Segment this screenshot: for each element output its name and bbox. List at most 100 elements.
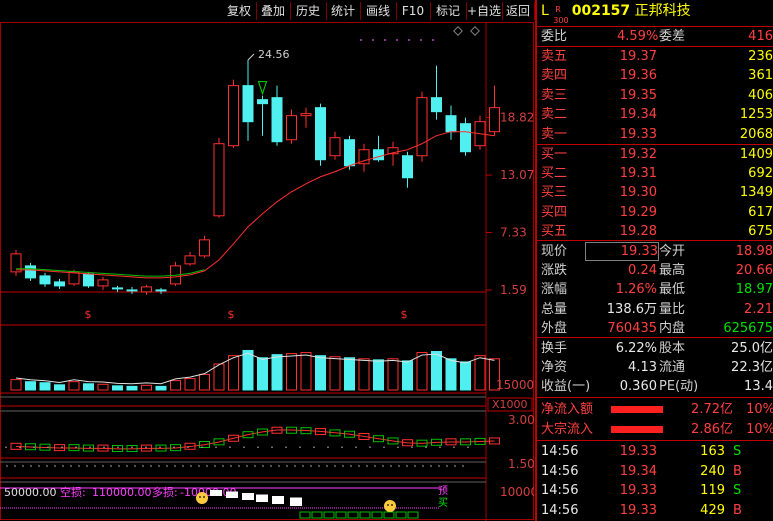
price-axis-label: 1.59 xyxy=(500,283,527,297)
price-axis-label: 7.33 xyxy=(500,226,527,240)
volume-bar xyxy=(387,358,399,391)
ask-vol: 361 xyxy=(748,68,773,84)
volume-bar xyxy=(358,358,370,391)
toolbar-button-6[interactable]: 标记 xyxy=(430,2,467,20)
indicator-dot xyxy=(201,446,203,449)
toolbar-button-0[interactable]: 复权 xyxy=(222,2,257,20)
ask-price: 19.34 xyxy=(619,107,657,123)
quote-label: 内盘 xyxy=(659,320,686,336)
candle-body xyxy=(141,286,152,293)
fund-label: 股本 xyxy=(659,341,686,356)
volume-bar xyxy=(344,357,355,391)
fund-value: 6.22% xyxy=(615,341,657,356)
toolbar-button-2[interactable]: 历史 xyxy=(290,2,327,20)
toolbar-button-8[interactable]: 返回 xyxy=(502,2,535,20)
price-axis-label: 18.82 xyxy=(500,110,534,124)
candle-body xyxy=(25,265,36,279)
stock-name: 正邦科技 xyxy=(634,3,691,19)
volume-bar xyxy=(112,385,123,391)
candle-body xyxy=(54,281,65,287)
kline-chart[interactable]: 18.82 13.07 7.33 1.59 24.56 $ $ $15000 X1000 3.00… xyxy=(0,22,534,521)
candle-body xyxy=(184,255,196,265)
volume-bar xyxy=(83,383,94,391)
top-dot xyxy=(432,39,434,41)
quote-label: 外盘 xyxy=(541,320,568,336)
candle-body xyxy=(155,289,167,292)
bottom-bar xyxy=(226,491,238,498)
tick-price: 19.34 xyxy=(619,463,657,479)
flow-label: 净流入额 xyxy=(541,402,594,417)
price-axis-label: 13.07 xyxy=(500,168,534,182)
bid-price: 19.32 xyxy=(619,147,657,162)
volume-bar xyxy=(329,356,341,391)
quote-label: 今开 xyxy=(659,244,686,259)
indicator-dot xyxy=(453,446,455,449)
face-icon xyxy=(196,492,208,504)
volume-bar xyxy=(271,354,283,391)
tick-side: S xyxy=(733,444,742,459)
candle-body xyxy=(213,143,225,217)
indicator-dot xyxy=(439,446,441,449)
ask-price: 19.37 xyxy=(619,49,657,64)
s-marker: $ xyxy=(85,308,92,321)
bottom-bar xyxy=(256,494,268,502)
bid-price: 19.28 xyxy=(619,223,657,239)
flow-value: 2.86亿 xyxy=(691,421,733,437)
indicator-dot xyxy=(117,446,119,449)
indicator-dot xyxy=(397,446,399,449)
toolbar-button-4[interactable]: 画线 xyxy=(360,2,397,20)
quote-value: 625675 xyxy=(723,320,773,336)
candle-body xyxy=(373,149,384,161)
volume-bar xyxy=(184,378,196,391)
indicator-dot xyxy=(467,446,469,449)
toolbar-button-3[interactable]: 统计 xyxy=(326,2,361,20)
ask-price: 19.33 xyxy=(619,126,657,142)
toolbar-button-1[interactable]: 叠加 xyxy=(256,2,291,20)
volume-bar xyxy=(460,361,471,391)
bottom-step xyxy=(347,511,359,519)
indicator-dot xyxy=(173,446,175,449)
flow-label: 大宗流入 xyxy=(541,421,594,437)
candle-body xyxy=(257,99,268,105)
indicator-dot xyxy=(145,446,147,449)
indicator-dot xyxy=(19,446,21,449)
tick-time: 14:56 xyxy=(541,483,579,498)
toolbar-button-5[interactable]: F10 xyxy=(396,2,431,20)
bottom-label-3: 多损: xyxy=(152,485,178,499)
ask-label: 卖二 xyxy=(541,107,568,123)
quote-value: 18.98 xyxy=(735,244,773,259)
candle-body xyxy=(431,97,442,113)
candle-body xyxy=(344,139,355,167)
candle-body xyxy=(315,107,326,161)
toolbar-button-7[interactable]: +自选 xyxy=(466,2,503,20)
fund-value: 0.360 xyxy=(619,379,657,395)
volume-bar xyxy=(445,358,457,391)
fund-label: 流通 xyxy=(659,360,686,376)
fund-value: 13.4 xyxy=(744,379,773,395)
wc-label: 委差 xyxy=(659,29,686,44)
indicator-dot xyxy=(285,446,287,449)
top-dot xyxy=(420,39,422,41)
quote-label: 涨幅 xyxy=(541,282,568,298)
flow-bar xyxy=(611,425,663,433)
indicator-dot xyxy=(75,446,77,449)
volume-bar xyxy=(141,384,152,391)
bottom-axis-label: 10000 xyxy=(500,485,534,499)
indicator-dot xyxy=(271,446,273,449)
candle-body xyxy=(68,271,80,285)
ask-label: 卖一 xyxy=(541,126,568,142)
volume-bar xyxy=(402,360,413,391)
ask-vol: 406 xyxy=(748,87,773,103)
quote-value: 2.21 xyxy=(744,301,773,317)
indicator-dot xyxy=(327,446,329,449)
face-icon-eye xyxy=(387,504,389,506)
bottom-step xyxy=(395,511,407,519)
indicator-dot xyxy=(299,446,301,449)
quote-label: 最低 xyxy=(659,282,686,298)
face-icon-eye xyxy=(391,504,393,506)
quote-value: 1.26% xyxy=(615,282,657,298)
tick-price: 19.33 xyxy=(619,483,657,498)
indicator-dot xyxy=(355,446,357,449)
bid-label: 买二 xyxy=(541,166,568,182)
volume-bar xyxy=(170,380,181,391)
